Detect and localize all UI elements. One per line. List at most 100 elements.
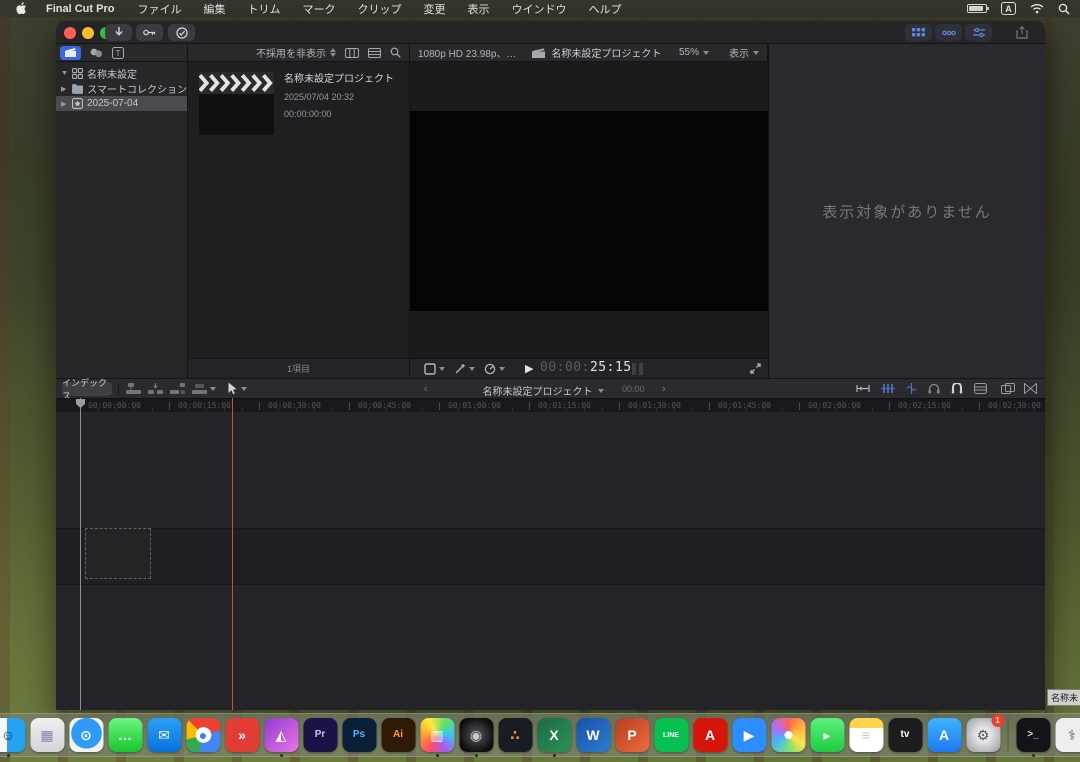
dock-etrecheck-icon[interactable]: ⚕ <box>1054 713 1080 757</box>
viewer-view-popup[interactable]: 表示 <box>729 45 759 60</box>
input-source-icon[interactable]: A <box>1001 2 1016 15</box>
browser-search-icon[interactable] <box>390 47 401 58</box>
import-media-button[interactable] <box>105 24 132 41</box>
dock-app-store-icon[interactable]: A <box>926 713 963 757</box>
dock-excel-icon[interactable]: X <box>536 713 573 757</box>
menu-file[interactable]: ファイル <box>126 1 192 17</box>
connect-edit-icon[interactable] <box>126 383 141 395</box>
dock-notes-icon[interactable]: ≡ <box>848 713 885 757</box>
titles-generators-sidebar-icon[interactable]: T <box>112 47 124 59</box>
previous-project-icon[interactable]: ‹ <box>424 383 428 395</box>
toggle-inspector-button[interactable] <box>965 24 992 41</box>
menu-edit[interactable]: 編集 <box>192 1 236 17</box>
keyword-editor-button[interactable] <box>136 24 163 41</box>
project-thumbnail[interactable] <box>199 72 274 135</box>
dock-compressor-icon[interactable]: ◉ <box>458 713 495 757</box>
menu-mark[interactable]: マーク <box>291 1 346 17</box>
show-media-sidebar-icon[interactable] <box>60 46 81 60</box>
dock-launchpad-icon[interactable]: ▦ <box>29 713 66 757</box>
overwrite-edit-popup[interactable] <box>192 383 216 395</box>
play-button[interactable]: ▶ <box>525 362 533 375</box>
sidebar-item-library[interactable]: ▼ 名称未設定 <box>56 66 187 81</box>
viewer-project-name[interactable]: 名称未設定プロジェクト <box>551 45 661 60</box>
dock-chrome-icon[interactable]: ● <box>185 713 222 757</box>
filmstrip-view-icon[interactable] <box>345 48 359 58</box>
dock-premiere-pro-icon[interactable]: Pr <box>302 713 339 757</box>
disclosure-triangle-icon[interactable]: ▼ <box>61 70 68 77</box>
disclosure-triangle-icon[interactable]: ▶ <box>61 100 68 108</box>
dock-finder-icon[interactable]: ☺ <box>0 713 27 757</box>
dock-system-settings-icon[interactable]: ⚙1 <box>965 713 1002 757</box>
dock-terminal-icon[interactable]: >_ <box>1015 713 1052 757</box>
playhead-line[interactable] <box>80 398 81 710</box>
snapping-icon[interactable] <box>951 383 963 394</box>
toggle-timeline-button[interactable] <box>935 24 962 41</box>
append-edit-icon[interactable] <box>170 383 185 395</box>
menu-window[interactable]: ウインドウ <box>500 1 577 17</box>
solo-icon[interactable] <box>928 383 940 394</box>
photos-audio-sidebar-icon[interactable] <box>90 47 103 59</box>
background-tasks-button[interactable] <box>168 24 195 41</box>
dock-powerpoint-icon[interactable]: P <box>614 713 651 757</box>
list-view-icon[interactable] <box>368 48 381 58</box>
dock-photos-icon[interactable] <box>770 713 807 757</box>
toggle-browser-button[interactable] <box>905 24 932 41</box>
minimize-window-button[interactable] <box>82 27 94 39</box>
menu-trim[interactable]: トリム <box>236 1 291 17</box>
timeline-ruler[interactable]: 00:00:00:0000:00:15:0000:00:30:0000:00:4… <box>56 398 1045 412</box>
dock-line-icon[interactable]: LINE <box>653 713 690 757</box>
dock-word-icon[interactable]: W <box>575 713 612 757</box>
effects-browser-icon[interactable] <box>1001 383 1015 394</box>
dock-mail-icon[interactable]: ✉ <box>146 713 183 757</box>
dock-affinity-photo-icon[interactable]: ◭ <box>263 713 300 757</box>
dock-red-utility-icon[interactable]: » <box>224 713 261 757</box>
close-window-button[interactable] <box>64 27 76 39</box>
skimming-icon[interactable] <box>881 383 895 394</box>
timeline-body[interactable] <box>56 412 1045 710</box>
insert-edit-icon[interactable] <box>148 383 163 395</box>
dock-messages-icon[interactable]: … <box>107 713 144 757</box>
viewer-format-info[interactable]: 1080p HD 23.98p、… <box>418 45 516 60</box>
audio-skimming-icon[interactable] <box>906 383 917 394</box>
app-menu[interactable]: Final Cut Pro <box>34 3 126 15</box>
audio-meters-icon[interactable] <box>632 363 643 375</box>
wifi-icon[interactable] <box>1030 3 1044 14</box>
tool-select-popup[interactable] <box>228 382 247 395</box>
apple-menu-icon[interactable] <box>10 2 34 15</box>
dock-acrobat-icon[interactable]: A <box>692 713 729 757</box>
trim-icon[interactable] <box>856 383 870 394</box>
spotlight-search-icon[interactable] <box>1058 3 1070 15</box>
dock-final-cut-pro-icon[interactable]: ▥ <box>419 713 456 757</box>
clip-appearance-icon[interactable] <box>974 383 987 394</box>
share-button[interactable] <box>1008 24 1035 41</box>
battery-icon[interactable] <box>967 4 987 13</box>
timeline-index-button[interactable]: インデックス <box>62 382 112 396</box>
menu-modify[interactable]: 変更 <box>412 1 456 17</box>
menu-help[interactable]: ヘルプ <box>577 1 632 17</box>
gap-clip-placeholder[interactable] <box>85 528 151 579</box>
filter-popup[interactable]: 不採用を非表示 <box>256 45 336 60</box>
enhancements-popup[interactable] <box>454 363 475 375</box>
sidebar-item-smart-collection[interactable]: ▶ スマートコレクション <box>56 81 187 96</box>
crop-transform-popup[interactable] <box>424 363 445 375</box>
dock-photoshop-icon[interactable]: Ps <box>341 713 378 757</box>
dock-davinci-resolve-icon[interactable]: ∴ <box>497 713 534 757</box>
transitions-browser-icon[interactable] <box>1024 383 1037 394</box>
clapperboard-pattern <box>199 74 274 92</box>
dock-illustrator-icon[interactable]: Ai <box>380 713 417 757</box>
project-info[interactable]: 名称未設定プロジェクト 2025/07/04 20:32 00:00:00:00 <box>284 74 396 120</box>
menu-clip[interactable]: クリップ <box>346 1 412 17</box>
retime-popup[interactable] <box>484 363 505 375</box>
viewer-canvas[interactable] <box>410 111 768 311</box>
dock-zoom-icon[interactable]: ▶ <box>731 713 768 757</box>
menu-view[interactable]: 表示 <box>456 1 500 17</box>
viewer-zoom-popup[interactable]: 55% <box>679 47 709 58</box>
fullscreen-icon[interactable] <box>750 363 761 374</box>
timeline-project-popup[interactable]: 名称未設定プロジェクト <box>476 383 610 398</box>
sidebar-item-event-2025-07-04[interactable]: ▶ 2025-07-04 <box>56 96 187 111</box>
dock-facetime-icon[interactable]: ▸ <box>809 713 846 757</box>
dock-safari-icon[interactable]: ⊙ <box>68 713 105 757</box>
disclosure-triangle-icon[interactable]: ▶ <box>61 85 68 93</box>
next-project-icon[interactable]: › <box>662 383 666 395</box>
dock-apple-tv-icon[interactable]: tv <box>887 713 924 757</box>
